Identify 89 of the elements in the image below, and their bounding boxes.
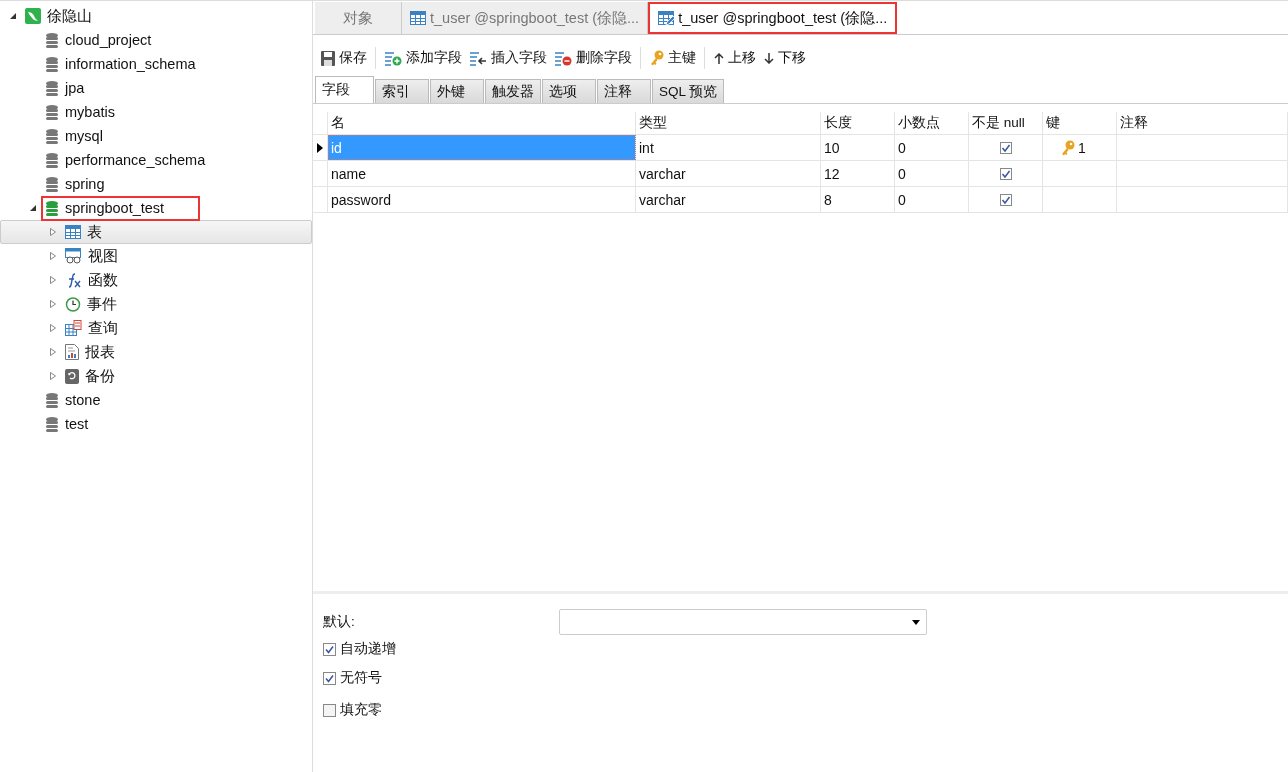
insert-field-icon: [470, 50, 487, 66]
toolbar-button[interactable]: 插入字段: [466, 47, 551, 69]
table-cell: 8: [821, 187, 895, 212]
table-cell: varchar: [636, 187, 821, 212]
tree-item[interactable]: stone: [65, 392, 101, 408]
tab[interactable]: 触发器: [485, 79, 541, 103]
table-cell: 0: [895, 135, 969, 160]
table-cell: 0: [895, 161, 969, 186]
tree-item[interactable]: performance_schema: [65, 152, 206, 168]
tree-item[interactable]: cloud_project: [65, 32, 152, 48]
checkbox-label: 自动递增: [340, 640, 396, 658]
tab[interactable]: 外键: [430, 79, 484, 103]
tree-item[interactable]: test: [65, 416, 89, 432]
toolbar-button[interactable]: 主键: [640, 47, 700, 69]
up-arrow-icon: [714, 52, 724, 64]
database-icon: [45, 151, 59, 169]
toolbar-button[interactable]: 添加字段: [375, 47, 466, 69]
tab[interactable]: 选项: [542, 79, 596, 103]
tab[interactable]: 注释: [597, 79, 651, 103]
column-header: 小数点: [895, 112, 969, 134]
column-header: 注释: [1117, 112, 1288, 134]
table-cell: 10: [821, 135, 895, 160]
tree-item[interactable]: 查询: [88, 318, 118, 338]
database-icon: [45, 415, 59, 433]
key-icon: [650, 50, 664, 66]
column-header: 名: [328, 112, 636, 134]
database-icon: [45, 127, 59, 145]
dropdown-field[interactable]: [559, 609, 927, 635]
tab[interactable]: SQL 预览: [652, 79, 725, 103]
tree-item[interactable]: springboot_test: [65, 200, 165, 216]
database-icon: [45, 391, 59, 409]
database-icon: [45, 79, 59, 97]
table-icon: [410, 11, 426, 25]
tree-item[interactable]: 表: [87, 222, 102, 242]
table-edit-icon: [658, 10, 675, 26]
tree-item[interactable]: 备份: [85, 366, 115, 386]
tree-item[interactable]: 事件: [87, 294, 117, 314]
column-header: 类型: [636, 112, 821, 134]
toolbar-button[interactable]: 删除字段: [551, 47, 636, 69]
checkbox-label: 无符号: [340, 669, 382, 687]
database-icon: [45, 199, 59, 217]
tree-item[interactable]: mysql: [65, 128, 103, 144]
query-icon: [65, 320, 82, 336]
table-cell: 0: [895, 187, 969, 212]
checkbox[interactable]: [323, 703, 336, 717]
toolbar-button[interactable]: 保存: [317, 47, 371, 69]
table-cell: int: [636, 135, 821, 160]
tree-item[interactable]: 报表: [85, 342, 115, 362]
database-icon: [45, 55, 59, 73]
table-cell[interactable]: password: [328, 187, 636, 212]
toolbar-button[interactable]: 下移: [760, 47, 810, 69]
tree-item[interactable]: 函数: [88, 270, 118, 290]
checked-checkbox[interactable]: [323, 671, 336, 685]
tree-item[interactable]: spring: [65, 176, 105, 192]
tree-item[interactable]: 视图: [88, 246, 118, 266]
glasses-icon: [65, 248, 82, 264]
down-arrow-icon: [764, 52, 774, 64]
table-cell: varchar: [636, 161, 821, 186]
column-header: 长度: [821, 112, 895, 134]
delete-field-icon: [555, 50, 572, 66]
dropdown-caret-icon: [912, 619, 920, 625]
tab[interactable]: t_user @springboot_test (徐隐...: [648, 2, 898, 34]
checked-checkbox[interactable]: [323, 642, 336, 656]
column-header: 键: [1043, 112, 1117, 134]
tree-item[interactable]: jpa: [65, 80, 85, 96]
table-icon: [65, 225, 81, 239]
database-icon: [45, 31, 59, 49]
tab[interactable]: 索引: [375, 79, 429, 103]
checkbox-label: 填充零: [340, 701, 382, 719]
database-icon: [45, 175, 59, 193]
database-icon: [45, 103, 59, 121]
table-cell: 12: [821, 161, 895, 186]
tab[interactable]: t_user @springboot_test (徐隐...: [402, 2, 649, 34]
column-header: 不是 null: [969, 112, 1043, 134]
add-field-icon: [385, 50, 402, 66]
tab[interactable]: 字段: [315, 76, 374, 103]
tree-item[interactable]: mybatis: [65, 104, 115, 120]
save-icon: [321, 50, 335, 66]
clock-icon: [65, 296, 81, 312]
key-icon: [1061, 139, 1075, 156]
tree-item[interactable]: information_schema: [65, 56, 196, 72]
field-label: 默认:: [323, 613, 356, 631]
backup-icon: [65, 368, 79, 384]
report-icon: [65, 344, 79, 360]
tab[interactable]: 对象: [315, 2, 402, 34]
key-order: 1: [1078, 139, 1086, 156]
toolbar-button[interactable]: 上移: [704, 47, 760, 69]
tree-item[interactable]: 徐隐山: [47, 6, 92, 26]
table-cell[interactable]: name: [328, 161, 636, 186]
